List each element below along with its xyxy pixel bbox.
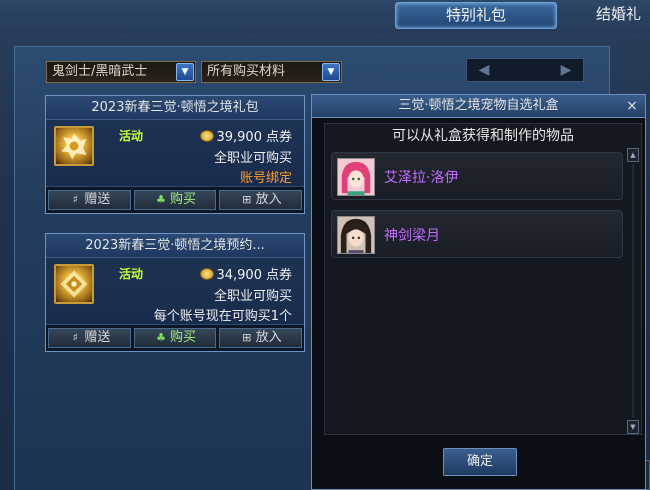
next-page-icon[interactable]: ▶ (557, 62, 575, 78)
purchase-restriction: 全职业可购买 (213, 151, 292, 166)
gift-button[interactable]: ♯ 赠送 (48, 328, 131, 348)
reward-list-panel: 可以从礼盒获得和制作的物品 艾泽拉·洛伊 神剑梁月 ▲ ▼ (324, 123, 642, 435)
add-to-cart-button[interactable]: ⊞ 放入 (219, 190, 303, 210)
event-badge: 活动 (119, 267, 144, 281)
gift-icon: ♯ (72, 331, 78, 344)
gift-label: 赠送 (84, 330, 111, 345)
gift-box-icon[interactable] (54, 126, 94, 166)
price-value: 39,900 (216, 130, 262, 145)
chevron-down-icon[interactable]: ▼ (176, 63, 194, 81)
gift-box-popup: 三觉·顿悟之境宠物自选礼盒 × 可以从礼盒获得和制作的物品 艾泽拉·洛伊 神剑梁… (311, 94, 646, 490)
price-currency: 点券 (265, 268, 292, 283)
scroll-up-icon[interactable]: ▲ (627, 148, 639, 162)
buy-label: 购买 (170, 330, 197, 345)
job-filter-dropdown[interactable]: 鬼剑士/黑暗武士 ▼ (46, 61, 196, 83)
buy-button[interactable]: ♣ 购买 (133, 190, 217, 210)
gift-box-icon[interactable] (54, 264, 94, 304)
price: 34,900 点券 (200, 264, 292, 283)
product-title: 2023新春三觉·顿悟之境预约... (46, 234, 304, 258)
material-filter-dropdown[interactable]: 所有购买材料 ▼ (201, 61, 342, 83)
purchase-restriction: 全职业可购买 (213, 289, 292, 304)
prev-page-icon[interactable]: ◀ (475, 62, 493, 78)
product-title: 2023新春三觉·顿悟之境礼包 (46, 96, 304, 120)
top-tab-bar: 特别礼包 结婚礼 (0, 0, 650, 34)
scroll-down-icon[interactable]: ▼ (627, 420, 639, 434)
popup-title: 三觉·顿悟之境宠物自选礼盒 (398, 98, 559, 113)
price-currency: 点券 (265, 130, 292, 145)
price: 39,900 点券 (200, 126, 292, 145)
scroll-track[interactable] (632, 164, 634, 418)
reward-name: 艾泽拉·洛伊 (384, 170, 459, 186)
pet-avatar-icon (337, 216, 375, 254)
job-filter-value: 鬼剑士/黑暗武士 (52, 64, 148, 79)
add-to-cart-button[interactable]: ⊞ 放入 (219, 328, 303, 348)
buy-button[interactable]: ♣ 购买 (133, 328, 217, 348)
coin-icon (200, 130, 215, 142)
scrollbar[interactable]: ▲ ▼ (627, 148, 639, 434)
tab-wedding[interactable]: 结婚礼 (596, 2, 641, 29)
cart-label: 放入 (255, 192, 282, 207)
reward-item[interactable]: 艾泽拉·洛伊 (331, 152, 623, 200)
gift-button[interactable]: ♯ 赠送 (48, 190, 131, 210)
cart-icon: ⊞ (242, 331, 252, 344)
purchase-limit: 每个账号现在可购买1个 (153, 309, 292, 324)
close-icon[interactable]: × (625, 95, 639, 117)
buy-icon: ♣ (156, 331, 166, 344)
confirm-button[interactable]: 确定 (443, 448, 517, 476)
reward-name: 神剑梁月 (384, 228, 440, 244)
bind-status: 账号绑定 (239, 171, 292, 186)
gift-label: 赠送 (84, 192, 111, 207)
coin-icon (200, 268, 215, 280)
buy-label: 购买 (170, 192, 197, 207)
popup-subtitle: 可以从礼盒获得和制作的物品 (392, 128, 574, 144)
price-value: 34,900 (216, 268, 262, 283)
reward-item[interactable]: 神剑梁月 (331, 210, 623, 258)
event-badge: 活动 (119, 129, 144, 143)
cart-label: 放入 (255, 330, 282, 345)
pager: ◀ ▶ (466, 58, 584, 82)
product-card[interactable]: 2023新春三觉·顿悟之境礼包 活动 39,900 点券 全职业可购买 账号绑定 … (45, 95, 305, 214)
material-filter-value: 所有购买材料 (207, 64, 286, 79)
product-card[interactable]: 2023新春三觉·顿悟之境预约... 活动 34,900 点券 全职业可购买 每个… (45, 233, 305, 352)
popup-header: 三觉·顿悟之境宠物自选礼盒 × (312, 95, 645, 118)
buy-icon: ♣ (156, 193, 166, 206)
pet-avatar-icon (337, 158, 375, 196)
gift-icon: ♯ (72, 193, 78, 206)
tab-special-gift[interactable]: 特别礼包 (395, 2, 557, 29)
chevron-down-icon[interactable]: ▼ (322, 63, 340, 81)
cart-icon: ⊞ (242, 193, 252, 206)
